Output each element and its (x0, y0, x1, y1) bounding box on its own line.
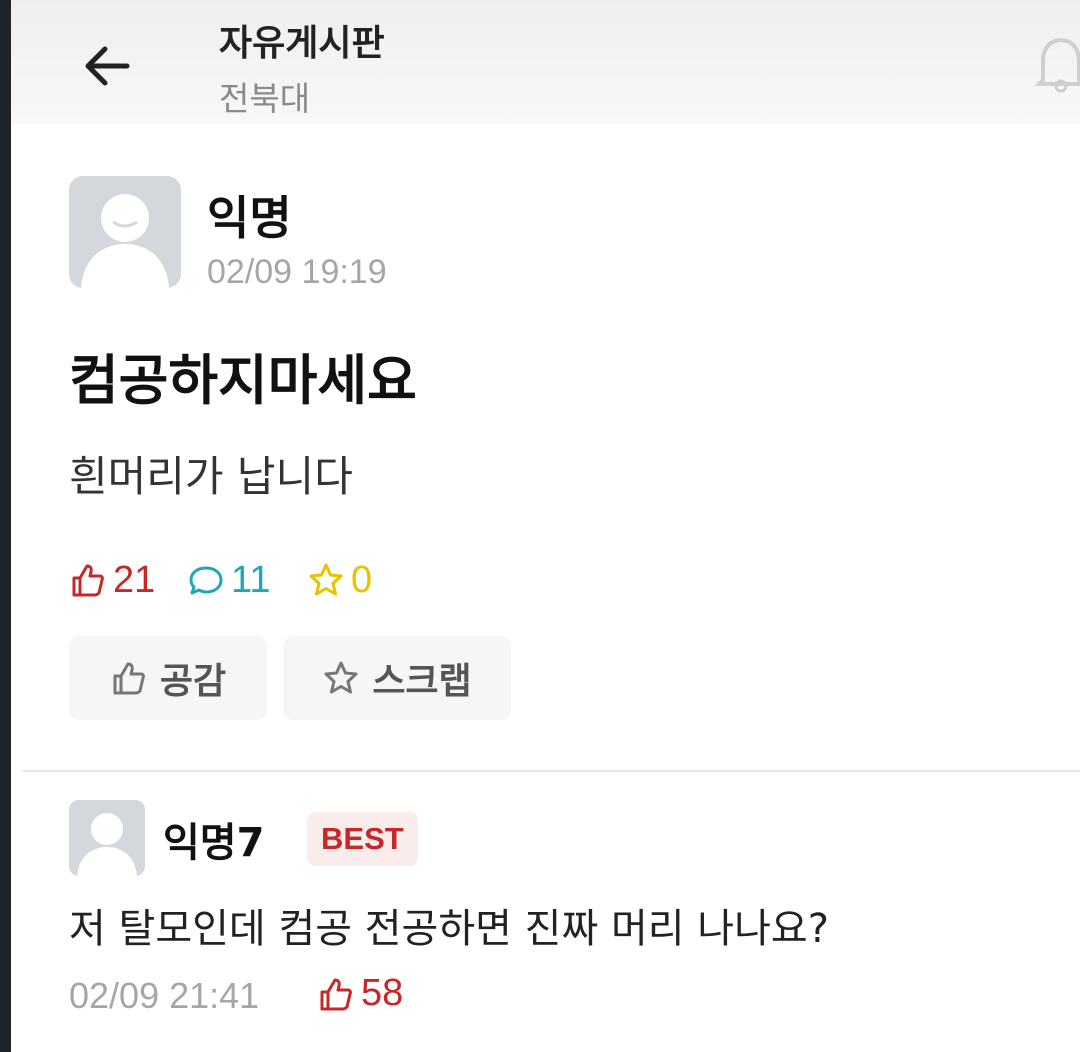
scrap-button[interactable]: 스크랩 (283, 636, 511, 720)
comment-count-value: 11 (231, 558, 271, 601)
post-title: 컴공하지마세요 (69, 349, 417, 412)
avatar (69, 176, 181, 288)
back-button[interactable] (77, 36, 137, 96)
author-name: 익명 (207, 191, 292, 245)
board-title: 자유게시판 (219, 23, 385, 64)
school-name: 전북대 (219, 79, 311, 118)
top-bar: 자유게시판 전북대 (11, 0, 1080, 124)
best-badge: BEST (307, 812, 418, 866)
comment-avatar (69, 800, 145, 876)
speech-bubble-icon (189, 566, 223, 595)
arrow-left-icon (85, 46, 130, 86)
comment-text: 저 탈모인데 컴공 전공하면 진짜 머리 나나요? (69, 906, 829, 952)
divider (22, 770, 1080, 772)
like-count-value: 21 (113, 558, 156, 601)
like-button-label: 공감 (159, 661, 227, 702)
scrap-count-value: 0 (351, 558, 373, 601)
scrap-button-label: 스크랩 (372, 661, 472, 702)
post-body: 흰머리가 납니다 (69, 452, 353, 501)
comment-author: 익명7 (163, 820, 265, 866)
post-timestamp: 02/09 19:19 (207, 253, 387, 291)
thumbs-up-icon (72, 564, 104, 597)
post-page: 자유게시판 전북대 익명 02/09 19:19 컴공하지마세요 흰머리가 납니… (11, 0, 1080, 1052)
star-icon (324, 661, 358, 694)
window-edge (0, 0, 11, 1052)
comment-count: 11 (187, 556, 270, 604)
bell-icon (1034, 37, 1080, 93)
like-count: 21 (69, 556, 155, 604)
like-button[interactable]: 공감 (69, 636, 267, 720)
comment-like-count[interactable]: 58 (317, 972, 403, 1015)
comment-timestamp: 02/09 21:41 (69, 975, 260, 1016)
thumbs-up-icon (113, 662, 145, 695)
default-avatar-icon (69, 176, 181, 288)
star-icon (309, 563, 343, 596)
thumbs-up-icon (320, 978, 352, 1010)
notification-button[interactable] (1033, 30, 1080, 96)
comment-like-value: 58 (361, 972, 404, 1014)
default-avatar-icon (69, 800, 145, 876)
scrap-count: 0 (307, 556, 372, 604)
